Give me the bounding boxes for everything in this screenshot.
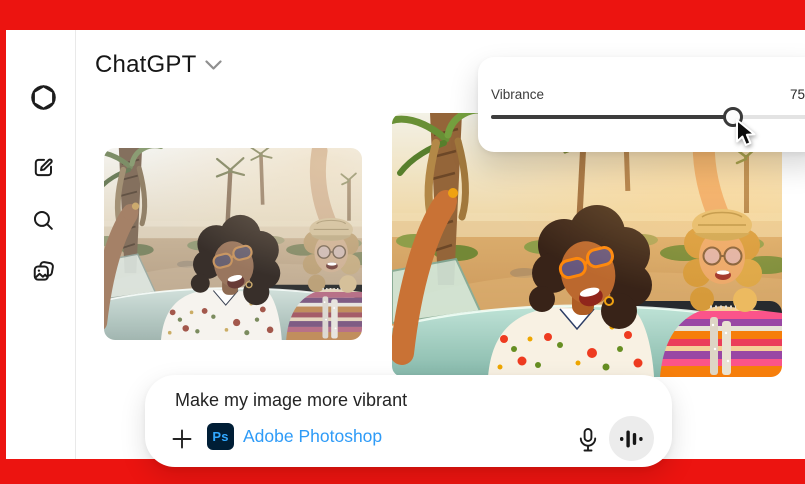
chevron-down-icon: [205, 60, 222, 71]
sidebar-item-new-chat[interactable]: [22, 146, 64, 188]
dictate-button[interactable]: [573, 425, 603, 455]
new-chat-icon: [31, 155, 56, 180]
composer-input[interactable]: Make my image more vibrant: [175, 390, 407, 411]
app-window: ChatGPT Vibrance 75 Make my image more v…: [0, 0, 805, 484]
chat-composer[interactable]: Make my image more vibrant Ps Adobe Phot…: [145, 375, 672, 467]
page-title: ChatGPT: [95, 51, 196, 79]
attach-button[interactable]: [167, 424, 197, 454]
voice-mode-button[interactable]: [609, 416, 654, 461]
search-icon: [31, 208, 56, 233]
vibrance-label: Vibrance: [491, 87, 544, 102]
image-after[interactable]: [392, 113, 782, 377]
vibrance-slider-fill: [491, 115, 733, 119]
sidebar-item-search[interactable]: [22, 199, 64, 241]
mic-icon: [576, 427, 600, 453]
after-photo-art: [392, 113, 782, 377]
tool-name: Adobe Photoshop: [243, 426, 382, 447]
library-icon: [31, 259, 56, 284]
plus-icon: [171, 428, 193, 450]
openai-logo-icon: [29, 83, 58, 112]
image-before[interactable]: [104, 148, 362, 340]
sidebar-item-library[interactable]: [22, 250, 64, 292]
openai-logo[interactable]: [22, 76, 64, 118]
tool-chip-photoshop[interactable]: Ps Adobe Photoshop: [207, 423, 382, 450]
model-selector[interactable]: ChatGPT: [95, 51, 222, 79]
photoshop-icon: Ps: [207, 423, 234, 450]
voice-mode-icon: [619, 429, 645, 449]
cursor-icon: [734, 119, 758, 147]
brand-frame-top: [0, 0, 805, 30]
sidebar: [6, 30, 76, 459]
before-photo-art: [104, 148, 362, 340]
vibrance-value: 75: [775, 87, 805, 102]
